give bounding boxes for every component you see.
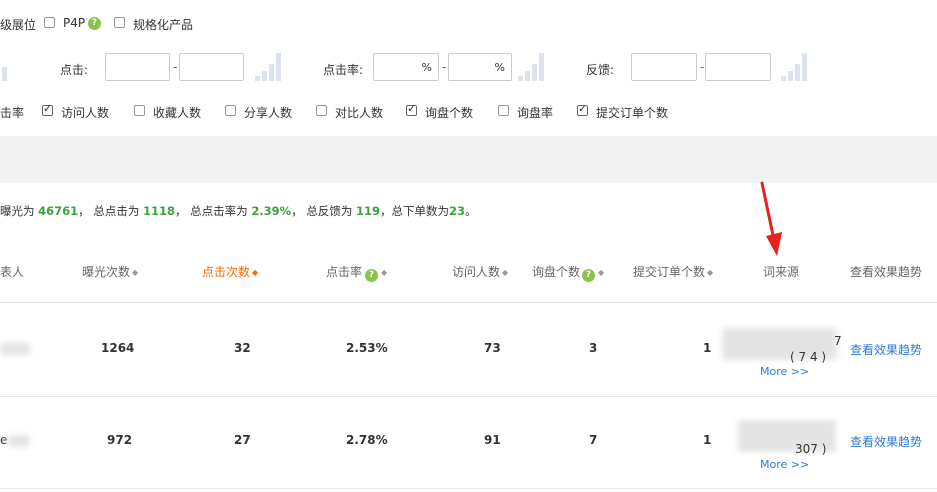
blurred-cell (8, 435, 30, 447)
view-trend-link[interactable]: 查看效果趋势 (850, 433, 922, 450)
p4p-checkbox[interactable] (44, 17, 55, 28)
column-label-visitors: 访问人数 (61, 106, 110, 120)
cell-owner: e (0, 433, 8, 447)
header-ctr[interactable]: 点击率? ◆ (326, 263, 388, 282)
range-dash: - (173, 60, 178, 74)
red-arrow-annotation-icon (760, 181, 782, 256)
feedback-min-input[interactable] (631, 53, 697, 81)
cell-orders: 1 (703, 341, 712, 355)
cell-exposure: 1264 (101, 341, 135, 355)
total-exposure: 46761 (38, 204, 79, 218)
column-label-ctr: 击率 (0, 106, 25, 120)
range-dash: - (700, 60, 705, 74)
total-orders: 23 (449, 204, 466, 218)
total-ctr: 2.39% (251, 204, 292, 218)
cell-source-count: ( 7 4 ) (790, 350, 827, 364)
filter-label-booth: 级展位 (0, 18, 37, 32)
cell-visitors: 73 (484, 341, 501, 355)
distribution-chart-icon (0, 53, 16, 81)
header-visitors[interactable]: 访问人数 ◆ (452, 263, 508, 280)
column-label-shares: 分享人数 (244, 106, 293, 120)
header-inquiries[interactable]: 询盘个数? ◆ (532, 263, 605, 282)
percent-unit: % (421, 61, 432, 74)
column-label-orders: 提交订单个数 (596, 106, 669, 120)
cell-source-count: 7 (834, 334, 842, 348)
column-label-inquiries: 询盘个数 (425, 106, 474, 120)
sort-icon: ◆ (381, 268, 388, 277)
total-feedback: 119 (356, 204, 381, 218)
row-divider (0, 302, 937, 303)
cell-clicks: 32 (234, 341, 251, 355)
cell-source-count: 307 ) (795, 442, 827, 456)
summary-line: 曝光为 46761， 总点击为 1118， 总点击率为 2.39%， 总反馈为 … (0, 204, 477, 218)
p4p-label: P4P (63, 16, 86, 30)
column-checkbox-shares[interactable] (225, 105, 236, 116)
column-checkbox-visitors[interactable] (42, 102, 53, 116)
cell-visitors: 91 (484, 433, 501, 447)
ctr-min-input[interactable]: % (373, 53, 439, 81)
cell-inquiries: 7 (589, 433, 598, 447)
cell-exposure: 972 (107, 433, 133, 447)
column-label-inquiry-rate: 询盘率 (517, 106, 554, 120)
header-owner: 表人 (0, 265, 25, 279)
more-link[interactable]: More >> (760, 458, 809, 471)
column-label-compare: 对比人数 (335, 106, 384, 120)
row-divider (0, 396, 937, 397)
cell-inquiries: 3 (589, 341, 598, 355)
ctr-distribution-icon (518, 53, 544, 81)
column-checkbox-inquiry-rate[interactable] (498, 105, 509, 116)
clicks-min-input[interactable] (105, 53, 170, 81)
header-orders[interactable]: 提交订单个数 ◆ (633, 263, 713, 280)
header-exposure[interactable]: 曝光次数 ◆ (82, 263, 138, 280)
clicks-distribution-icon (255, 53, 281, 81)
sort-icon: ◆ (132, 268, 139, 277)
header-clicks[interactable]: 点击次数 ◆ (202, 263, 258, 280)
more-link[interactable]: More >> (760, 365, 809, 378)
sort-icon: ◆ (252, 268, 259, 277)
clicks-max-input[interactable] (179, 53, 244, 81)
feedback-filter-label: 反馈: (586, 63, 615, 77)
clicks-filter-label: 点击: (60, 63, 89, 77)
total-clicks: 1118 (142, 204, 175, 218)
sort-icon: ◆ (502, 268, 509, 277)
header-trend: 查看效果趋势 (850, 265, 923, 279)
toolbar-band (0, 136, 937, 183)
header-keyword-source: 词来源 (763, 265, 800, 279)
ctr-filter-label: 点击率: (323, 63, 364, 77)
feedback-distribution-icon (781, 53, 807, 81)
ctr-help-icon: ? (365, 269, 379, 282)
cell-ctr: 2.78% (346, 433, 388, 447)
percent-unit: % (494, 61, 505, 74)
blurred-cell (0, 343, 30, 355)
standardized-product-checkbox[interactable] (114, 17, 125, 28)
cell-orders: 1 (703, 433, 712, 447)
ctr-max-input[interactable]: % (448, 53, 512, 81)
view-trend-link[interactable]: 查看效果趋势 (850, 341, 922, 358)
standardized-product-label: 规格化产品 (133, 18, 194, 32)
column-checkbox-compare[interactable] (316, 105, 327, 116)
column-checkbox-favorites[interactable] (134, 105, 145, 116)
row-divider (0, 488, 937, 489)
column-checkbox-orders[interactable] (577, 102, 588, 116)
cell-clicks: 27 (234, 433, 251, 447)
column-checkbox-inquiries[interactable] (406, 102, 417, 116)
cell-ctr: 2.53% (346, 341, 388, 355)
p4p-help-icon[interactable]: ? (88, 17, 101, 30)
column-label-favorites: 收藏人数 (153, 106, 202, 120)
feedback-max-input[interactable] (705, 53, 771, 81)
sort-icon: ◆ (598, 268, 605, 277)
sort-icon: ◆ (707, 268, 714, 277)
inquiries-help-icon: ? (582, 269, 596, 282)
range-dash: - (442, 60, 447, 74)
